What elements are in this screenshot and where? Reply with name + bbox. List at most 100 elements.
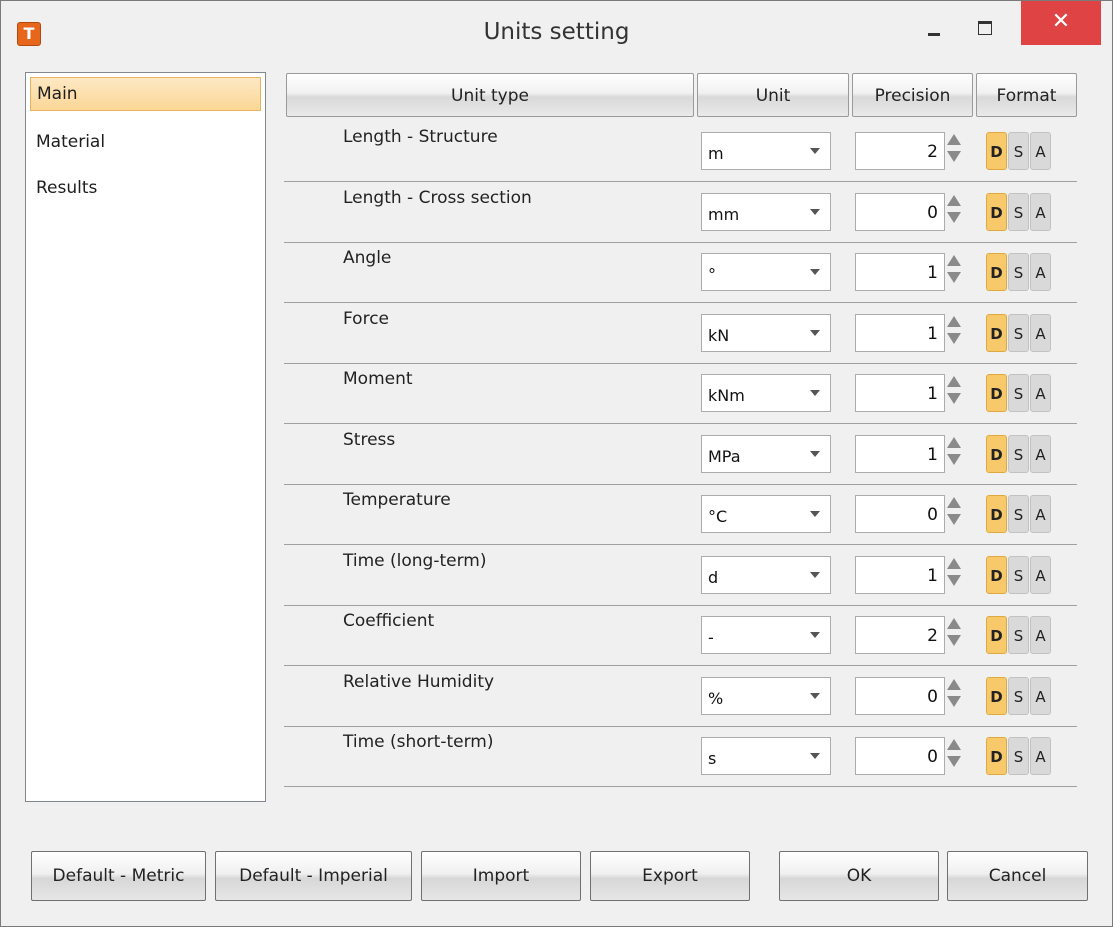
column-header-precision[interactable]: Precision (852, 73, 973, 117)
spin-up-icon[interactable] (947, 134, 961, 145)
precision-input[interactable]: 1 (855, 374, 945, 412)
precision-stepper[interactable] (947, 191, 963, 229)
unit-dropdown[interactable]: % (701, 676, 831, 715)
format-scientific-button[interactable]: S (1008, 434, 1029, 473)
spin-down-icon[interactable] (947, 453, 961, 465)
spin-down-icon[interactable] (947, 695, 961, 707)
unit-dropdown[interactable]: ° (701, 253, 831, 291)
precision-input[interactable]: 2 (855, 616, 945, 654)
precision-stepper[interactable] (947, 614, 963, 652)
format-scientific-button[interactable]: S (1008, 495, 1029, 533)
precision-stepper[interactable] (947, 433, 963, 471)
spin-up-icon[interactable] (947, 557, 961, 569)
spin-up-icon[interactable] (947, 739, 961, 750)
format-auto-button[interactable]: A (1030, 676, 1051, 715)
spin-up-icon[interactable] (947, 315, 961, 327)
format-scientific-button[interactable]: S (1008, 374, 1029, 412)
format-auto-button[interactable]: A (1030, 434, 1051, 473)
format-decimal-button[interactable]: D (986, 253, 1007, 291)
format-decimal-button[interactable]: D (986, 313, 1007, 352)
spin-down-icon[interactable] (947, 332, 961, 344)
import-button[interactable]: Import (421, 851, 581, 901)
spin-down-icon[interactable] (947, 756, 961, 767)
precision-stepper[interactable] (947, 493, 963, 531)
unit-dropdown[interactable]: m (701, 132, 831, 170)
precision-stepper[interactable] (947, 251, 963, 289)
precision-stepper[interactable] (947, 372, 963, 410)
spin-down-icon[interactable] (947, 514, 961, 525)
unit-dropdown[interactable]: kN (701, 313, 831, 352)
format-scientific-button[interactable]: S (1008, 192, 1029, 231)
format-scientific-button[interactable]: S (1008, 132, 1029, 170)
nav-item-results[interactable]: Results (30, 171, 261, 205)
precision-stepper[interactable] (947, 554, 963, 592)
format-auto-button[interactable]: A (1030, 132, 1051, 170)
format-auto-button[interactable]: A (1030, 555, 1051, 594)
format-scientific-button[interactable]: S (1008, 737, 1029, 775)
format-auto-button[interactable]: A (1030, 192, 1051, 231)
precision-input[interactable]: 0 (855, 495, 945, 533)
format-auto-button[interactable]: A (1030, 616, 1051, 654)
spin-up-icon[interactable] (947, 618, 961, 629)
spin-down-icon[interactable] (947, 151, 961, 162)
format-scientific-button[interactable]: S (1008, 253, 1029, 291)
unit-dropdown[interactable]: s (701, 737, 831, 775)
column-header-format[interactable]: Format (976, 73, 1077, 117)
format-auto-button[interactable]: A (1030, 253, 1051, 291)
spin-down-icon[interactable] (947, 393, 961, 404)
export-button[interactable]: Export (590, 851, 750, 901)
format-decimal-button[interactable]: D (986, 434, 1007, 473)
cancel-button[interactable]: Cancel (947, 851, 1088, 901)
format-decimal-button[interactable]: D (986, 495, 1007, 533)
precision-input[interactable]: 2 (855, 132, 945, 170)
spin-down-icon[interactable] (947, 635, 961, 646)
precision-input[interactable]: 1 (855, 253, 945, 291)
unit-dropdown[interactable]: d (701, 555, 831, 594)
precision-stepper[interactable] (947, 675, 963, 713)
precision-input[interactable]: 0 (855, 737, 945, 775)
format-auto-button[interactable]: A (1030, 374, 1051, 412)
format-decimal-button[interactable]: D (986, 374, 1007, 412)
spin-up-icon[interactable] (947, 255, 961, 266)
spin-up-icon[interactable] (947, 194, 961, 206)
format-auto-button[interactable]: A (1030, 313, 1051, 352)
unit-dropdown[interactable]: mm (701, 192, 831, 231)
format-decimal-button[interactable]: D (986, 192, 1007, 231)
spin-down-icon[interactable] (947, 272, 961, 283)
default-imperial-button[interactable]: Default - Imperial (215, 851, 412, 901)
unit-dropdown[interactable]: - (701, 616, 831, 654)
format-auto-button[interactable]: A (1030, 737, 1051, 775)
format-scientific-button[interactable]: S (1008, 313, 1029, 352)
close-button[interactable]: ✕ (1021, 1, 1101, 45)
spin-up-icon[interactable] (947, 436, 961, 448)
format-decimal-button[interactable]: D (986, 616, 1007, 654)
nav-item-main[interactable]: Main (30, 77, 261, 111)
format-auto-button[interactable]: A (1030, 495, 1051, 533)
unit-dropdown[interactable]: MPa (701, 434, 831, 473)
ok-button[interactable]: OK (779, 851, 939, 901)
column-header-unit-type[interactable]: Unit type (286, 73, 694, 117)
precision-input[interactable]: 1 (855, 434, 945, 473)
precision-input[interactable]: 1 (855, 555, 945, 594)
unit-dropdown[interactable]: °C (701, 495, 831, 533)
maximize-button[interactable] (964, 9, 1004, 47)
spin-up-icon[interactable] (947, 376, 961, 387)
unit-dropdown[interactable]: kNm (701, 374, 831, 412)
format-scientific-button[interactable]: S (1008, 555, 1029, 594)
spin-up-icon[interactable] (947, 678, 961, 690)
format-decimal-button[interactable]: D (986, 555, 1007, 594)
precision-stepper[interactable] (947, 130, 963, 168)
nav-item-material[interactable]: Material (30, 125, 261, 159)
format-decimal-button[interactable]: D (986, 132, 1007, 170)
format-decimal-button[interactable]: D (986, 676, 1007, 715)
precision-input[interactable]: 0 (855, 192, 945, 231)
spin-down-icon[interactable] (947, 574, 961, 586)
precision-stepper[interactable] (947, 735, 963, 773)
spin-down-icon[interactable] (947, 211, 961, 223)
minimize-button[interactable] (914, 9, 954, 47)
format-scientific-button[interactable]: S (1008, 676, 1029, 715)
precision-input[interactable]: 0 (855, 676, 945, 715)
column-header-unit[interactable]: Unit (697, 73, 849, 117)
spin-up-icon[interactable] (947, 497, 961, 508)
format-decimal-button[interactable]: D (986, 737, 1007, 775)
